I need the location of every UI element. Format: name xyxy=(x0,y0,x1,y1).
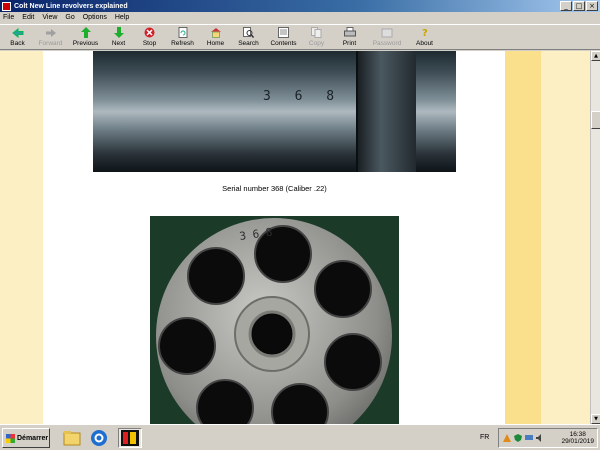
network-icon[interactable] xyxy=(503,434,511,442)
frame-edge xyxy=(356,51,416,172)
search-icon xyxy=(243,27,255,38)
about-label: About xyxy=(416,40,433,47)
next-label: Next xyxy=(111,40,126,47)
down-arrow-icon xyxy=(113,27,125,38)
password-icon xyxy=(381,27,393,38)
previous-label: Previous xyxy=(72,40,99,47)
menu-file[interactable]: File xyxy=(3,14,14,21)
previous-button[interactable]: Previous xyxy=(68,25,103,50)
stop-button[interactable]: Stop xyxy=(134,25,165,50)
page-content[interactable]: 3 6 8 Serial number 368 (Caliber .22) 3 … xyxy=(0,51,590,424)
clock-date: 29/01/2019 xyxy=(561,438,594,445)
print-icon xyxy=(343,27,356,38)
cylinder-photo: 3 6 8 xyxy=(150,216,399,424)
active-app-task[interactable] xyxy=(118,428,142,448)
start-label: Démarrer xyxy=(17,434,49,442)
minimize-button[interactable]: _ xyxy=(560,1,572,11)
scroll-up-button[interactable]: ▲ xyxy=(591,51,600,61)
password-label: Password xyxy=(372,40,402,47)
taskbar: Démarrer FR 16:38 29/01/2019 xyxy=(0,424,600,450)
next-button[interactable]: Next xyxy=(103,25,134,50)
volume-icon[interactable] xyxy=(536,434,544,442)
home-button[interactable]: Home xyxy=(200,25,231,50)
stop-icon xyxy=(144,27,156,38)
close-button[interactable]: × xyxy=(586,1,598,11)
windows-logo-icon xyxy=(6,433,15,443)
forward-button[interactable]: Forward xyxy=(33,25,68,50)
about-button[interactable]: ? About xyxy=(407,25,442,50)
right-decor-band-outer xyxy=(541,51,590,424)
serial-stamp: 3 6 8 xyxy=(263,89,343,104)
left-decor-band xyxy=(0,51,43,424)
search-label: Search xyxy=(238,40,259,47)
forward-arrow-icon xyxy=(45,27,57,38)
shield-icon[interactable] xyxy=(514,434,522,442)
contents-icon xyxy=(278,27,290,38)
home-icon xyxy=(210,27,222,38)
search-button[interactable]: Search xyxy=(231,25,266,50)
browser-icon[interactable] xyxy=(90,429,108,447)
menu-edit[interactable]: Edit xyxy=(22,14,34,21)
refresh-icon xyxy=(177,27,189,38)
photo-caption: Serial number 368 (Caliber .22) xyxy=(222,184,327,193)
menu-help[interactable]: Help xyxy=(115,14,129,21)
password-button[interactable]: Password xyxy=(367,25,407,50)
menu-bar: File Edit View Go Options Help xyxy=(0,12,600,23)
maximize-button[interactable]: □ xyxy=(573,1,585,11)
copy-label: Copy xyxy=(308,40,325,47)
vertical-scrollbar[interactable]: ▲ ▼ xyxy=(590,51,600,424)
up-arrow-icon xyxy=(80,27,92,38)
serial-number-photo: 3 6 8 xyxy=(93,51,456,172)
menu-view[interactable]: View xyxy=(42,14,57,21)
home-label: Home xyxy=(206,40,225,47)
back-label: Back xyxy=(10,40,25,47)
svg-text:?: ? xyxy=(422,28,428,38)
language-indicator[interactable]: FR xyxy=(480,434,489,441)
stop-label: Stop xyxy=(142,40,157,47)
contents-button[interactable]: Contents xyxy=(266,25,301,50)
system-tray: 16:38 29/01/2019 xyxy=(498,428,598,448)
back-arrow-icon xyxy=(11,27,24,38)
contents-label: Contents xyxy=(270,40,297,47)
start-button[interactable]: Démarrer xyxy=(2,428,50,448)
right-decor-band xyxy=(505,51,541,424)
clock[interactable]: 16:38 29/01/2019 xyxy=(561,431,597,445)
scroll-thumb[interactable] xyxy=(591,111,600,129)
menu-go[interactable]: Go xyxy=(65,14,74,21)
refresh-label: Refresh xyxy=(171,40,194,47)
app-task-icon xyxy=(121,430,139,446)
print-label: Print xyxy=(342,40,357,47)
scroll-down-button[interactable]: ▼ xyxy=(591,414,600,424)
folder-icon[interactable] xyxy=(63,429,81,447)
window-title: Colt New Line revolvers explained xyxy=(14,2,128,10)
clock-time: 16:38 xyxy=(569,431,586,438)
title-bar[interactable]: Colt New Line revolvers explained _ □ × xyxy=(0,0,600,12)
about-icon: ? xyxy=(419,27,431,38)
app-icon xyxy=(2,1,11,11)
app-window: Colt New Line revolvers explained _ □ × … xyxy=(0,0,600,424)
print-button[interactable]: Print xyxy=(332,25,367,50)
monitor-icon[interactable] xyxy=(525,434,533,442)
menu-options[interactable]: Options xyxy=(83,14,107,21)
back-button[interactable]: Back xyxy=(2,25,33,50)
forward-label: Forward xyxy=(38,40,63,47)
copy-button[interactable]: Copy xyxy=(301,25,332,50)
toolbar: Back Forward Previous Next Stop Refresh … xyxy=(0,24,600,50)
copy-icon xyxy=(311,27,323,38)
refresh-button[interactable]: Refresh xyxy=(165,25,200,50)
